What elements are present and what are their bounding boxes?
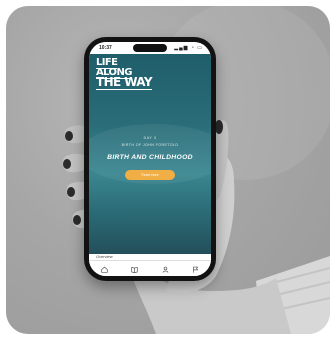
- lesson-hero: LIFE ALONG THE WAY DAY 3 BIRTH OF JOHN F…: [89, 54, 211, 254]
- bottom-tab-bar: [89, 260, 211, 276]
- lesson-subtitle: BIRTH OF JOHN FORETOLD: [121, 143, 179, 147]
- lesson-title: BIRTH AND CHILDHOOD: [107, 154, 193, 161]
- tab-home[interactable]: [96, 263, 112, 275]
- tab-book[interactable]: [127, 263, 143, 275]
- phone-screen: 10:37 ▂▄▆ ◔ ▭ LIFE ALONG THE WAY DAY 3 B…: [89, 42, 211, 276]
- lesson-day: DAY 3: [143, 136, 157, 140]
- status-time: 10:37: [99, 45, 112, 51]
- status-bar: 10:37 ▂▄▆ ◔ ▭: [89, 42, 211, 54]
- read-more-button[interactable]: Read more: [125, 170, 175, 180]
- dynamic-island: [133, 44, 167, 52]
- background-card: 10:37 ▂▄▆ ◔ ▭ LIFE ALONG THE WAY DAY 3 B…: [6, 6, 330, 334]
- book-icon: [131, 266, 138, 273]
- profile-icon: [162, 266, 169, 273]
- home-icon: [101, 266, 108, 273]
- logo-line-2: THE WAY: [96, 75, 153, 90]
- tab-flag[interactable]: [188, 263, 204, 275]
- phone-device: 10:37 ▂▄▆ ◔ ▭ LIFE ALONG THE WAY DAY 3 B…: [84, 37, 216, 281]
- section-label: Overview: [96, 254, 113, 259]
- tab-profile[interactable]: [157, 263, 173, 275]
- status-icons: ▂▄▆ ◔ ▭: [174, 45, 203, 51]
- app-logo: LIFE ALONG THE WAY: [96, 57, 156, 90]
- flag-icon: [193, 266, 199, 273]
